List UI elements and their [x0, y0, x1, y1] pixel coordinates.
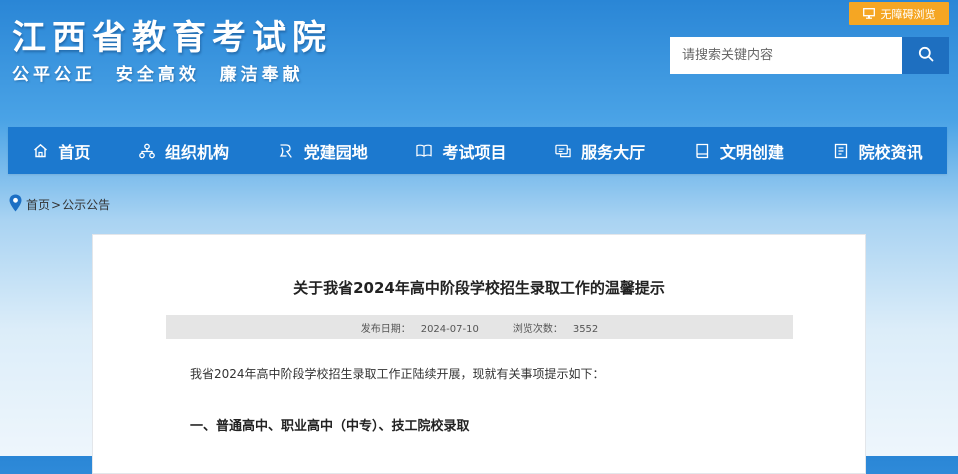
party-icon	[278, 143, 294, 159]
view-count-value: 3552	[572, 323, 599, 335]
nav-label: 服务大厅	[581, 142, 646, 162]
nav-item-exams[interactable]: 考试项目	[412, 139, 510, 163]
nav-label: 考试项目	[442, 142, 507, 162]
site-title: 江西省教育考试院	[12, 18, 332, 58]
publish-date: 发布日期： 2024-07-10	[361, 320, 479, 335]
main-nav: 首页 组织机构 党建园地 考试项目 服务大厅 文明创建 院校资讯	[8, 127, 947, 174]
view-count: 浏览次数： 3552	[513, 320, 598, 335]
location-pin-icon	[9, 194, 22, 215]
breadcrumb-separator: >	[51, 197, 62, 212]
article-meta: 发布日期： 2024-07-10 浏览次数： 3552	[166, 315, 793, 339]
article-intro: 我省2024年高中阶段学校招生录取工作正陆续开展，现就有关事项提示如下：	[190, 367, 605, 381]
nav-item-civilization[interactable]: 文明创建	[690, 139, 788, 163]
breadcrumb: 首页 > 公示公告	[9, 194, 110, 215]
breadcrumb-current-link[interactable]: 公示公告	[62, 196, 110, 213]
accessibility-button[interactable]: 无障碍浏览	[849, 2, 949, 25]
search-icon	[918, 46, 934, 66]
article-title: 关于我省2024年高中阶段学校招生录取工作的温馨提示	[293, 279, 665, 297]
monitor-icon	[862, 8, 875, 19]
book-icon	[694, 143, 710, 159]
home-icon	[32, 143, 48, 159]
nav-item-organization[interactable]: 组织机构	[135, 139, 233, 163]
nav-label: 首页	[58, 142, 91, 162]
org-chart-icon	[139, 143, 155, 159]
article-section-heading: 一、普通高中、职业高中（中专）、技工院校录取	[190, 419, 470, 434]
service-icon	[555, 143, 571, 159]
breadcrumb-home-link[interactable]: 首页	[26, 196, 50, 213]
search-button[interactable]	[902, 37, 949, 74]
site-slogan: 公平公正 安全高效 廉洁奉献	[12, 65, 304, 85]
nav-label: 文明创建	[719, 142, 784, 162]
nav-item-home[interactable]: 首页	[28, 139, 94, 163]
book-open-icon	[416, 143, 433, 159]
view-count-label: 浏览次数：	[512, 323, 563, 335]
nav-item-service[interactable]: 服务大厅	[551, 139, 649, 163]
publish-date-label: 发布日期：	[360, 323, 411, 335]
nav-item-school-news[interactable]: 院校资讯	[829, 139, 927, 163]
accessibility-label: 无障碍浏览	[880, 7, 936, 21]
nav-label: 党建园地	[303, 142, 368, 162]
nav-label: 院校资讯	[858, 142, 923, 162]
nav-label: 组织机构	[165, 142, 230, 162]
nav-item-party[interactable]: 党建园地	[274, 139, 372, 163]
search-input[interactable]	[670, 37, 902, 74]
article-panel: 关于我省2024年高中阶段学校招生录取工作的温馨提示 发布日期： 2024-07-…	[92, 234, 866, 474]
document-icon	[833, 143, 849, 159]
publish-date-value: 2024-07-10	[420, 323, 479, 335]
